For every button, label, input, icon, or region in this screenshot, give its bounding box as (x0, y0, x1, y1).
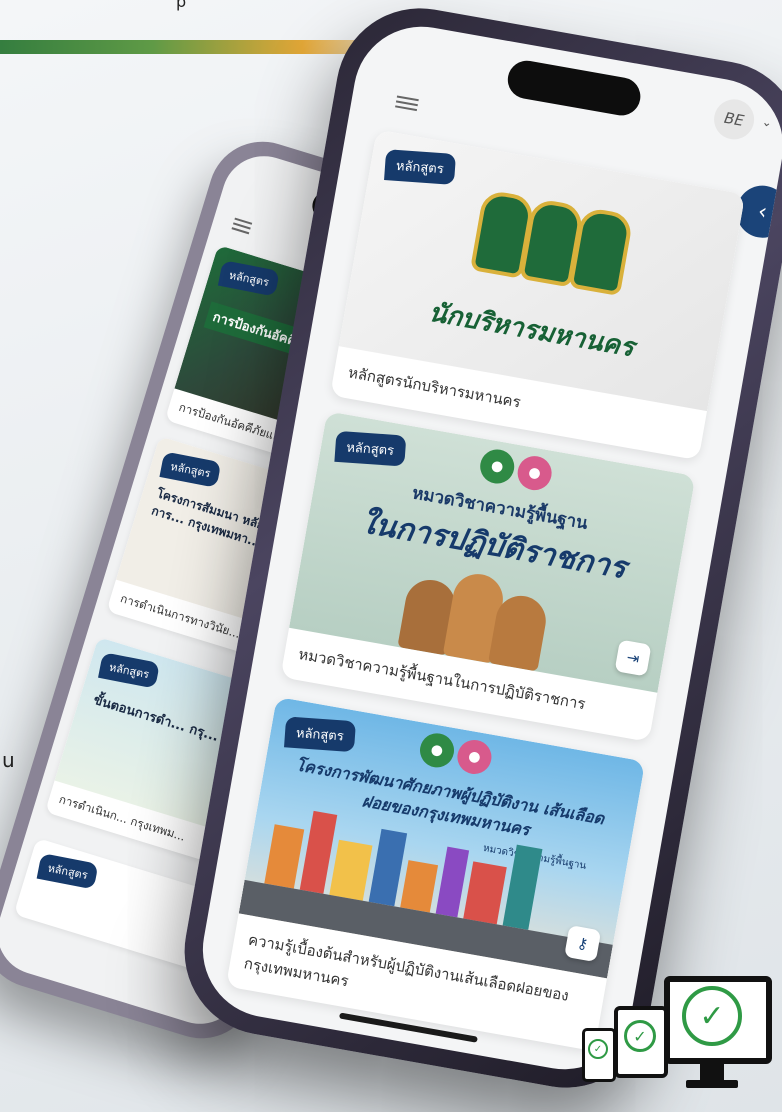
logo-badge-icon: ● (454, 737, 495, 777)
user-avatar[interactable]: BE (710, 96, 758, 143)
monitor-icon: ✓ (664, 976, 772, 1088)
course-tag: หลักสูตร (159, 451, 222, 488)
building-illustration (400, 860, 439, 913)
course-tag: หลักสูตร (384, 149, 456, 185)
course-tag: หลักสูตร (284, 716, 356, 753)
enter-icon[interactable]: ⇥ (614, 639, 652, 677)
check-icon: ✓ (588, 1039, 608, 1059)
mobile-icon: ✓ (582, 1028, 616, 1082)
logo-badge-icon: ● (417, 730, 457, 771)
check-icon: ✓ (682, 986, 742, 1046)
course-tag: หลักสูตร (36, 852, 99, 890)
course-tag: หลักสูตร (98, 652, 161, 689)
course-tag: หลักสูตร (217, 260, 281, 297)
logo-badge-icon: ● (477, 446, 517, 487)
building-illustration (463, 861, 507, 925)
back-menu-icon[interactable] (231, 215, 253, 237)
front-phone-notch (504, 57, 644, 119)
course-card-executive[interactable]: หลักสูตร นักบริหารมหานคร หลักสูตรนักบริห… (330, 129, 746, 461)
key-icon[interactable]: ⚷ (564, 925, 602, 963)
building-illustration (264, 824, 305, 889)
side-text-fragment-1: u (2, 748, 15, 772)
chevron-down-icon[interactable]: ⌄ (761, 114, 773, 130)
check-icon: ✓ (624, 1020, 656, 1052)
back-card-3-banner-text: ขั้นตอนการดำ... กรุ... (91, 692, 221, 746)
building-illustration (435, 846, 470, 918)
hamburger-menu-icon[interactable] (395, 93, 420, 115)
logo-badge-icon: ● (514, 453, 555, 493)
tablet-icon: ✓ (614, 1006, 668, 1078)
course-tag: หลักสูตร (334, 430, 407, 467)
course-card-basic-knowledge[interactable]: หลักสูตร ● ● หมวดวิชาความรู้พื้นฐาน ในกา… (280, 411, 696, 742)
top-text-fragment: p (176, 0, 187, 11)
building-illustration (329, 839, 373, 901)
device-icons-graphic: ✓ ✓ ✓ (562, 976, 772, 1106)
